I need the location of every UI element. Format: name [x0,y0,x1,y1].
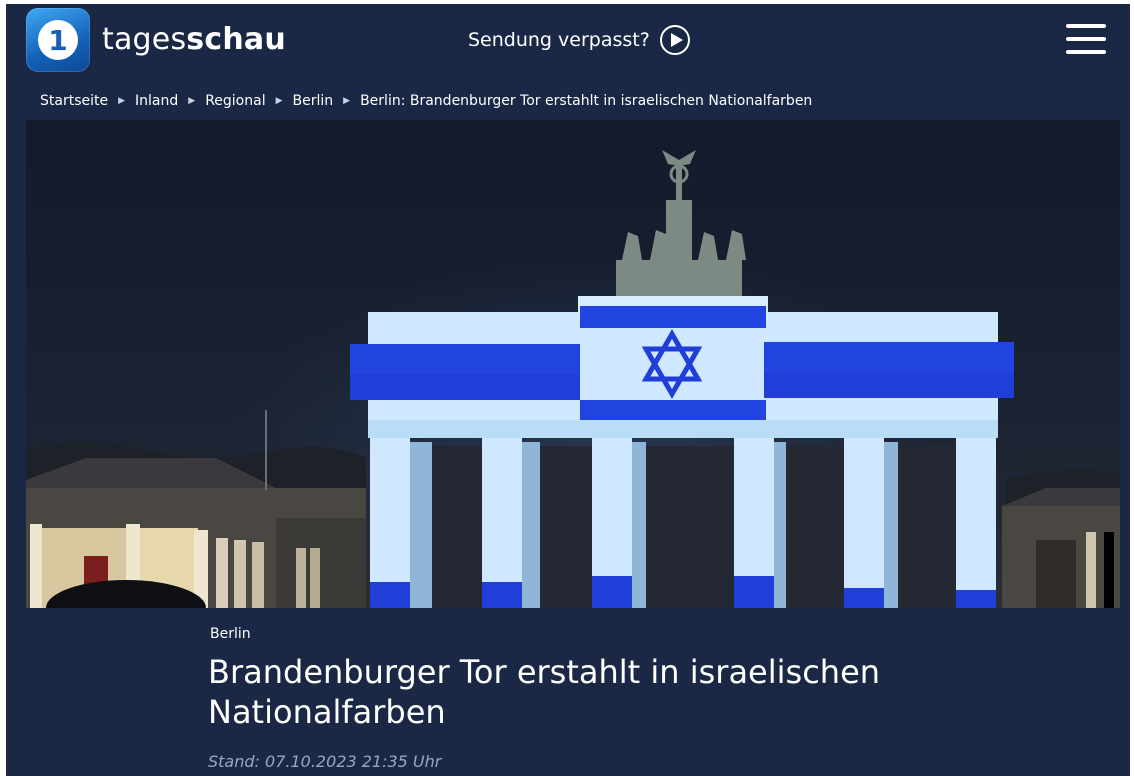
play-circle-icon [659,25,690,55]
ard-one-logo-icon[interactable]: 1 [26,8,90,72]
missed-show-link[interactable]: Sendung verpasst? [468,22,690,58]
logo-suffix: schau [186,22,286,57]
site-logo-text[interactable]: tagesschau [102,20,286,60]
breadcrumb: Startseite ▶ Inland ▶ Regional ▶ Berlin … [40,90,812,112]
missed-show-label: Sendung verpasst? [468,29,650,51]
triangle-right-icon: ▶ [343,96,351,106]
triangle-right-icon: ▶ [118,96,126,106]
right-guardhouse [1002,488,1120,608]
breadcrumb-item-regional[interactable]: Regional [205,93,265,109]
brandenburg-gate-illustration [26,120,1120,608]
logo-symbol: 1 [48,23,68,57]
article-timestamp: Stand: 07.10.2023 21:35 Uhr [208,752,442,771]
breadcrumb-item-current: Berlin: Brandenburger Tor erstahlt in is… [360,93,813,109]
hamburger-menu-icon[interactable] [1066,24,1106,54]
triangle-right-icon: ▶ [188,96,196,106]
triangle-right-icon: ▶ [275,96,283,106]
article-headline: Brandenburger Tor erstahlt in israelisch… [208,653,881,731]
breadcrumb-item-startseite[interactable]: Startseite [40,93,108,109]
page: 1 tagesschau Sendung verpasst? Startseit… [6,4,1130,776]
breadcrumb-item-inland[interactable]: Inland [135,93,178,109]
site-header: 1 tagesschau Sendung verpasst? [6,4,1130,80]
article-roofline[interactable]: Berlin [210,626,251,642]
breadcrumb-item-berlin[interactable]: Berlin [293,93,334,109]
logo-prefix: tages [102,22,187,57]
hero-image[interactable] [26,120,1120,608]
